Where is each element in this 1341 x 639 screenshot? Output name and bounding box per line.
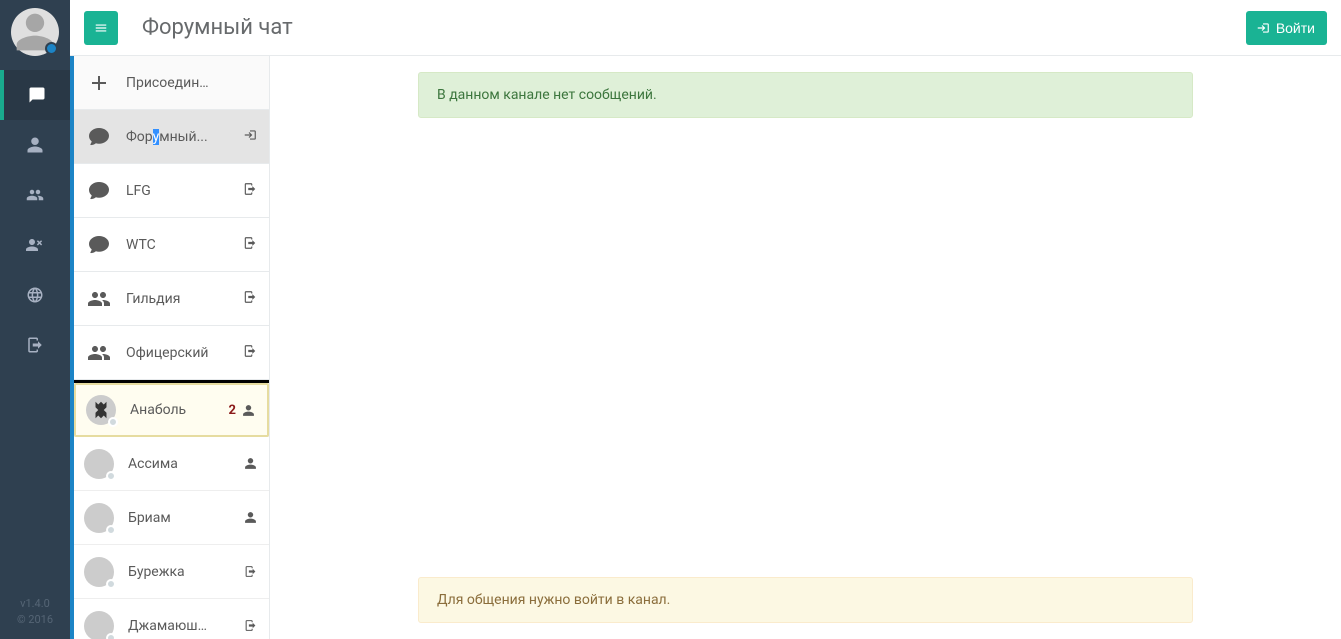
comment-icon [84,125,114,149]
header-bar: Форумный чат Войти [70,0,1341,56]
channel-sidebar: Присоедини... Форумный... LFG WTC Гильди… [70,56,270,639]
channel-item-lfg[interactable]: LFG [74,164,269,218]
nav-users[interactable] [0,170,70,220]
status-indicator [45,42,58,55]
bars-icon [93,21,109,35]
signout-icon[interactable] [243,236,257,254]
channel-label: LFG [126,183,151,199]
person-icon [242,404,255,417]
nav-chat[interactable] [0,70,70,120]
users-icon [26,186,44,204]
user-badge [244,457,257,470]
login-button[interactable]: Войти [1246,11,1327,45]
nav-globe[interactable] [0,270,70,320]
nav-user[interactable] [0,120,70,170]
app-footer: v1.4.0 © 2016 [17,596,53,627]
signout-icon[interactable] [243,290,257,308]
comment-icon [84,179,114,203]
current-user-avatar[interactable] [11,8,59,56]
user-avatar [84,611,114,639]
channel-item-wtc[interactable]: WTC [74,218,269,272]
user-badge: 2 [229,403,255,418]
user-avatar [86,395,116,425]
signout-icon [26,336,44,354]
login-required-notice: Для общения нужно войти в канал. [418,577,1193,623]
channel-item-forum[interactable]: Форумный... [74,110,269,164]
user-avatar [84,503,114,533]
nav-signout[interactable] [0,320,70,370]
user-badge [244,565,257,578]
channel-label: WTC [126,237,156,253]
channel-item-guild[interactable]: Гильдия [74,272,269,326]
user-name: Анаболь [130,402,186,418]
users-icon [84,287,114,311]
app-version: v1.4.0 [17,596,53,611]
app-copyright: © 2016 [17,612,53,627]
user-avatar [84,449,114,479]
chat-main: В данном канале нет сообщений. Для общен… [270,56,1341,639]
signout-icon [244,565,257,578]
signout-icon[interactable] [243,182,257,200]
user-avatar [84,557,114,587]
channel-item-officer[interactable]: Офицерский [74,326,269,380]
channel-label: Гильдия [126,291,180,307]
user-badge [244,511,257,524]
channel-label: Офицерский [126,345,209,361]
user-item[interactable]: Анаболь 2 [74,383,269,437]
main-nav-rail: v1.4.0 © 2016 [0,0,70,639]
menu-toggle-button[interactable] [84,11,118,45]
chat-icon [28,86,46,104]
signin-icon[interactable] [243,128,257,146]
user-item[interactable]: Ассима [74,437,269,491]
globe-icon [26,286,44,304]
login-button-label: Войти [1276,20,1315,36]
signout-icon [244,619,257,632]
user-name: Ассима [128,456,178,472]
nav-user-remove[interactable] [0,220,70,270]
person-icon [26,136,44,154]
user-item[interactable]: Бриам [74,491,269,545]
user-badge [244,619,257,632]
user-x-icon [26,236,44,254]
user-name: Бриам [128,510,171,526]
join-channel-button[interactable]: Присоедини... [74,56,269,110]
user-count: 2 [229,403,236,418]
plus-icon [84,71,114,95]
comment-icon [84,233,114,257]
user-item[interactable]: Джамаюшка [74,599,269,639]
empty-channel-notice: В данном канале нет сообщений. [418,72,1193,118]
signin-icon [1256,21,1270,35]
user-item[interactable]: Бурежка [74,545,269,599]
user-name: Джамаюшка [128,618,208,634]
person-icon [244,457,257,470]
signout-icon[interactable] [243,344,257,362]
join-channel-label: Присоедини... [126,75,216,91]
user-name: Бурежка [128,564,185,580]
page-title: Форумный чат [142,15,293,40]
person-icon [244,511,257,524]
users-icon [84,341,114,365]
channel-label: Форумный... [126,129,208,145]
